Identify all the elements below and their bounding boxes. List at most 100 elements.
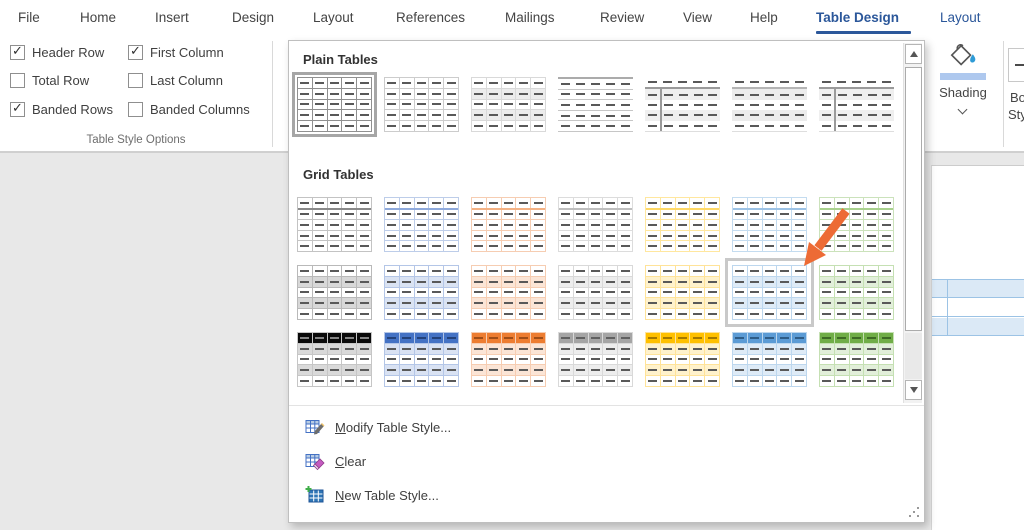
grid-tables-row-1: [297, 197, 894, 252]
table-style-thumbnail[interactable]: [645, 197, 720, 252]
checkbox-first-column[interactable]: ✓ First Column: [128, 44, 224, 61]
tab-references[interactable]: References: [396, 0, 465, 35]
checkbox-total-row[interactable]: ✓ Total Row: [10, 72, 89, 89]
group-divider: [1003, 41, 1004, 147]
border-styles-button[interactable]: Bo Sty: [1008, 40, 1024, 150]
table-style-thumbnail[interactable]: [732, 197, 807, 252]
checkbox-box[interactable]: ✓: [10, 45, 25, 60]
doc-table-row-banded: [932, 318, 1024, 336]
doc-table-row-banded: [932, 279, 1024, 298]
table-style-thumbnail[interactable]: [384, 197, 459, 252]
checkbox-last-column[interactable]: ✓ Last Column: [128, 72, 223, 89]
scrollbar-track[interactable]: [905, 333, 922, 379]
checkbox-box[interactable]: ✓: [10, 102, 25, 117]
menu-item-label: Modify Table Style...: [335, 420, 451, 435]
table-style-thumbnail[interactable]: [471, 197, 546, 252]
table-style-thumbnail-highlighted[interactable]: [732, 265, 807, 320]
table-style-thumbnail[interactable]: [297, 332, 372, 387]
tab-home[interactable]: Home: [80, 0, 116, 35]
tab-insert[interactable]: Insert: [155, 0, 189, 35]
grid-tables-row-2: [297, 265, 894, 320]
menu-separator: [289, 405, 924, 406]
menu-item-clear[interactable]: Clear: [291, 446, 891, 476]
checkbox-banded-rows[interactable]: ✓ Banded Rows: [10, 101, 113, 118]
table-style-thumbnail[interactable]: [819, 332, 894, 387]
menu-item-modify-table-style[interactable]: Modify Table Style...: [291, 412, 891, 442]
tab-file[interactable]: File: [18, 0, 40, 35]
table-style-thumbnail[interactable]: [819, 197, 894, 252]
grid-tables-row-3: [297, 332, 894, 387]
border-styles-label-line1: Bo: [1010, 90, 1024, 105]
table-style-thumbnail[interactable]: [819, 265, 894, 320]
table-style-thumbnail-selected[interactable]: [297, 77, 372, 132]
table-style-thumbnail[interactable]: [471, 332, 546, 387]
new-table-style-icon: [305, 485, 325, 505]
checkbox-label: Banded Rows: [32, 102, 113, 117]
checkbox-box[interactable]: ✓: [10, 73, 25, 88]
tab-design[interactable]: Design: [232, 0, 274, 35]
border-line-icon: [1015, 64, 1024, 66]
table-style-thumbnail[interactable]: [558, 197, 633, 252]
resize-grip[interactable]: [909, 507, 921, 519]
table-style-thumbnail[interactable]: [297, 197, 372, 252]
scrollbar-thumb[interactable]: [905, 67, 922, 331]
shading-label: Shading: [923, 85, 1003, 100]
document-page: [931, 165, 1024, 530]
plain-tables-row: [297, 77, 894, 132]
table-style-thumbnail[interactable]: [819, 77, 894, 132]
chevron-down-icon: [958, 105, 968, 115]
modify-table-style-icon: [305, 417, 325, 437]
checkbox-label: Total Row: [32, 73, 89, 88]
checkbox-label: Last Column: [150, 73, 223, 88]
group-divider: [272, 41, 273, 147]
active-tab-underline: [816, 31, 911, 34]
table-style-thumbnail[interactable]: [384, 332, 459, 387]
checkbox-label: Header Row: [32, 45, 104, 60]
paint-bucket-icon: [948, 42, 978, 72]
doc-table-column-border: [947, 279, 948, 336]
scroll-up-button[interactable]: [905, 44, 922, 64]
table-style-thumbnail[interactable]: [732, 77, 807, 132]
table-style-thumbnail[interactable]: [558, 77, 633, 132]
table-style-thumbnail[interactable]: [384, 265, 459, 320]
table-style-thumbnail[interactable]: [645, 265, 720, 320]
checkbox-box[interactable]: ✓: [128, 45, 143, 60]
scroll-down-button[interactable]: [905, 380, 922, 400]
border-style-preview: [1008, 48, 1024, 82]
tab-mailings[interactable]: Mailings: [505, 0, 555, 35]
tab-help[interactable]: Help: [750, 0, 778, 35]
table-style-thumbnail[interactable]: [384, 77, 459, 132]
tab-table-layout[interactable]: Layout: [940, 0, 981, 35]
menu-item-new-table-style[interactable]: New Table Style...: [291, 480, 891, 510]
table-style-thumbnail[interactable]: [732, 332, 807, 387]
gallery-scrollbar[interactable]: [903, 43, 922, 403]
table-style-thumbnail[interactable]: [558, 265, 633, 320]
shading-color-swatch: [940, 73, 986, 80]
table-style-thumbnail[interactable]: [471, 265, 546, 320]
table-style-thumbnail[interactable]: [645, 77, 720, 132]
checkbox-box[interactable]: ✓: [128, 102, 143, 117]
tab-table-design[interactable]: Table Design: [816, 0, 899, 35]
checkbox-header-row[interactable]: ✓ Header Row: [10, 44, 104, 61]
doc-table-row: [932, 299, 1024, 317]
group-label-table-style-options: Table Style Options: [0, 134, 272, 146]
shading-button[interactable]: Shading: [923, 40, 1003, 150]
tab-view[interactable]: View: [683, 0, 712, 35]
menu-item-label: Clear: [335, 454, 366, 469]
tab-review[interactable]: Review: [600, 0, 644, 35]
tab-layout[interactable]: Layout: [313, 0, 354, 35]
table-style-thumbnail[interactable]: [297, 265, 372, 320]
word-window: File Home Insert Design Layout Reference…: [0, 0, 1024, 530]
check-icon: ✓: [130, 43, 141, 59]
table-style-thumbnail[interactable]: [471, 77, 546, 132]
clear-icon: [305, 451, 325, 471]
check-icon: ✓: [12, 43, 23, 59]
checkbox-label: Banded Columns: [150, 102, 250, 117]
table-style-thumbnail[interactable]: [645, 332, 720, 387]
table-style-thumbnail[interactable]: [558, 332, 633, 387]
checkbox-label: First Column: [150, 45, 224, 60]
section-title-plain-tables: Plain Tables: [303, 52, 378, 67]
checkbox-banded-columns[interactable]: ✓ Banded Columns: [128, 101, 250, 118]
table-styles-gallery-dropdown: Plain Tables Grid Tables Modify Table St…: [288, 40, 925, 523]
checkbox-box[interactable]: ✓: [128, 73, 143, 88]
